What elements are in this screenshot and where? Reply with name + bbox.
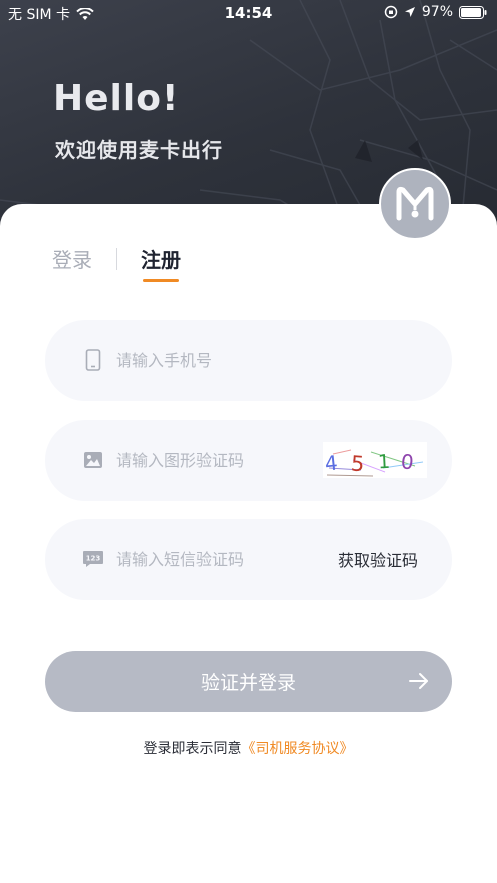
phone-field[interactable] (45, 320, 452, 401)
verify-login-label: 验证并登录 (200, 672, 296, 694)
active-tab-indicator (143, 279, 179, 282)
sms-code-icon: 123 (81, 547, 105, 571)
welcome-subtitle: 欢迎使用麦卡出行 (55, 138, 223, 162)
captcha-char-2: 5 (350, 451, 365, 476)
verify-login-button[interactable]: 验证并登录 (45, 651, 452, 712)
tab-login[interactable]: 登录 (52, 244, 92, 273)
tab-divider (116, 248, 117, 270)
captcha-char-1: 4 (324, 451, 339, 476)
status-right-group: 97% (384, 4, 487, 20)
battery-percent: 97% (421, 4, 453, 20)
service-agreement-link[interactable]: 《司机服务协议》 (242, 741, 354, 757)
sms-code-field[interactable]: 123 获取验证码 (45, 519, 452, 600)
agreement-text: 登录即表示同意《司机服务协议》 (0, 738, 497, 758)
get-code-button[interactable]: 获取验证码 (338, 547, 418, 571)
captcha-char-4: 0 (400, 449, 415, 474)
tab-register[interactable]: 注册 (141, 244, 181, 273)
battery-icon (459, 5, 487, 19)
sms-code-input[interactable] (116, 543, 316, 575)
location-arrow-icon (404, 7, 415, 17)
status-bar: 无 SIM 卡 14:54 97% (0, 0, 497, 26)
captcha-field[interactable]: 4 5 1 0 (45, 420, 452, 501)
agreement-prefix: 登录即表示同意 (143, 741, 242, 757)
arrow-right-icon (408, 670, 430, 695)
maika-logo-icon (379, 168, 451, 240)
svg-text:123: 123 (86, 555, 101, 563)
captcha-input[interactable] (116, 444, 316, 476)
greeting-title: Hello! (53, 78, 180, 119)
captcha-char-3: 1 (377, 451, 390, 474)
orientation-lock-icon (384, 5, 398, 19)
phone-icon (81, 348, 105, 372)
image-icon (81, 448, 105, 472)
captcha-image[interactable]: 4 5 1 0 (323, 442, 427, 478)
phone-input[interactable] (116, 344, 316, 376)
auth-tabs: 登录 注册 (52, 244, 252, 286)
